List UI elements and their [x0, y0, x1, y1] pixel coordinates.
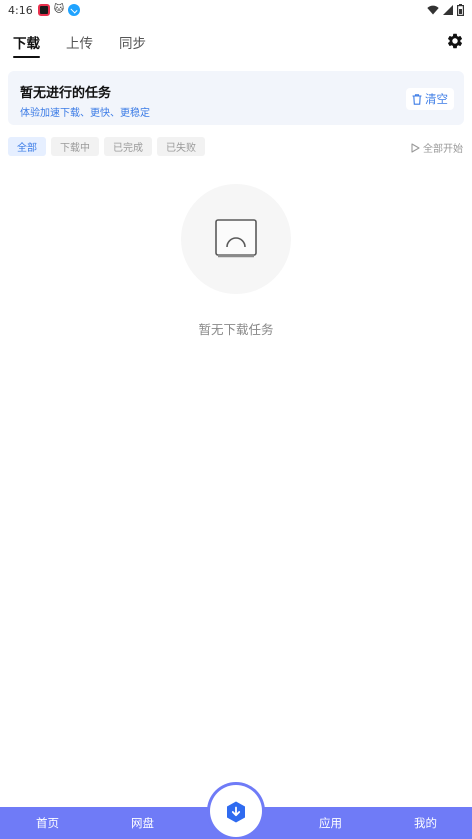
start-all-label: 全部开始 [423, 144, 463, 155]
banner-subtitle[interactable]: 体验加速下载、更快、更稳定 [20, 104, 150, 119]
banner-title: 暂无进行的任务 [20, 86, 112, 101]
tab-upload[interactable]: 上传 [66, 32, 93, 54]
status-bar: 4:16 🐱 [0, 0, 472, 20]
play-icon [411, 142, 420, 153]
top-tabs: 下载 上传 同步 [13, 32, 146, 58]
gear-icon[interactable] [446, 32, 464, 50]
empty-box-icon [215, 219, 257, 258]
start-all-button[interactable]: 全部开始 [411, 140, 463, 155]
clear-label: 清空 [425, 92, 448, 106]
status-time: 4:16 [8, 3, 33, 17]
nav-home[interactable]: 首页 [36, 815, 59, 831]
empty-state-text: 暂无下载任务 [198, 322, 274, 337]
filter-completed[interactable]: 已完成 [104, 137, 152, 156]
signal-icon [443, 5, 453, 15]
download-notification-icon [68, 4, 81, 16]
filter-failed[interactable]: 已失败 [157, 137, 205, 156]
tab-sync[interactable]: 同步 [119, 32, 146, 54]
empty-state-illustration [181, 184, 291, 294]
nav-cloud-drive[interactable]: 网盘 [131, 815, 154, 831]
battery-icon [457, 4, 464, 16]
trash-icon [412, 93, 422, 105]
hexagon-download-icon[interactable] [226, 801, 246, 823]
nav-mine[interactable]: 我的 [414, 815, 437, 831]
task-status-banner: 暂无进行的任务 体验加速下载、更快、更稳定 清空 [8, 71, 464, 125]
filter-all[interactable]: 全部 [8, 137, 46, 156]
filter-downloading[interactable]: 下载中 [51, 137, 99, 156]
tab-download[interactable]: 下载 [13, 32, 40, 58]
clear-button[interactable]: 清空 [406, 88, 454, 110]
wifi-icon [427, 5, 439, 15]
nav-apps[interactable]: 应用 [319, 815, 342, 831]
app-notification-icon [37, 4, 50, 16]
filter-chips: 全部 下载中 已完成 已失败 [8, 137, 205, 156]
android-notification-icon: 🐱 [53, 4, 65, 15]
